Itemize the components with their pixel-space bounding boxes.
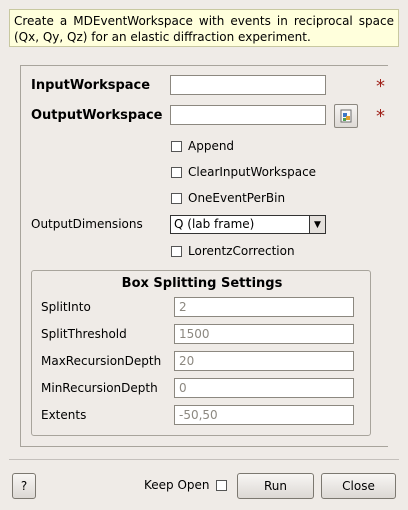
max-recursion-depth-label: MaxRecursionDepth: [41, 354, 162, 368]
lorentz-correction-label: LorentzCorrection: [188, 244, 295, 258]
clear-input-workspace-checkbox[interactable]: ClearInputWorkspace: [171, 164, 316, 180]
input-workspace-label: InputWorkspace: [31, 78, 151, 93]
close-button[interactable]: Close: [321, 473, 396, 499]
lorentz-correction-checkbox[interactable]: LorentzCorrection: [171, 243, 295, 259]
keep-open-checkbox[interactable]: Keep Open: [144, 477, 227, 493]
run-button[interactable]: Run: [237, 473, 314, 499]
split-threshold-label: SplitThreshold: [41, 327, 127, 341]
one-event-per-bin-checkbox[interactable]: OneEventPerBin: [171, 190, 285, 206]
output-workspace-label: OutputWorkspace: [31, 108, 163, 123]
output-dimensions-value: Q (lab frame): [174, 217, 255, 231]
split-threshold-field[interactable]: [174, 324, 354, 344]
output-dimensions-label: OutputDimensions: [31, 217, 143, 231]
help-button[interactable]: ?: [12, 473, 36, 499]
extents-label: Extents: [41, 408, 87, 422]
required-star-icon: *: [376, 76, 385, 97]
input-workspace-field[interactable]: [170, 75, 326, 95]
footer-divider: [9, 459, 399, 460]
output-workspace-field[interactable]: [170, 105, 326, 125]
output-dimensions-select[interactable]: Q (lab frame) ▼: [170, 215, 326, 234]
keep-open-label: Keep Open: [144, 478, 210, 492]
checkbox-box[interactable]: [171, 140, 182, 152]
clear-input-workspace-label: ClearInputWorkspace: [188, 165, 317, 179]
min-recursion-depth-field[interactable]: [174, 378, 354, 398]
max-recursion-depth-field[interactable]: [174, 351, 354, 371]
extents-field[interactable]: [174, 405, 354, 425]
algorithm-description: Create a MDEventWorkspace with events in…: [9, 9, 399, 47]
min-recursion-depth-label: MinRecursionDepth: [41, 381, 158, 395]
append-label: Append: [188, 139, 235, 153]
split-into-field[interactable]: [174, 297, 354, 317]
checkbox-box[interactable]: [215, 479, 227, 491]
chevron-down-icon[interactable]: ▼: [309, 216, 325, 233]
box-splitting-title: Box Splitting Settings: [121, 276, 283, 291]
checkbox-box[interactable]: [171, 166, 182, 178]
workspace-picker-icon: [340, 109, 352, 123]
checkbox-box[interactable]: [171, 192, 182, 204]
one-event-per-bin-label: OneEventPerBin: [188, 191, 286, 205]
browse-workspace-button[interactable]: [334, 104, 358, 128]
append-checkbox[interactable]: Append: [171, 138, 234, 154]
required-star-icon: *: [376, 106, 385, 127]
checkbox-box[interactable]: [171, 245, 182, 257]
split-into-label: SplitInto: [41, 300, 91, 314]
